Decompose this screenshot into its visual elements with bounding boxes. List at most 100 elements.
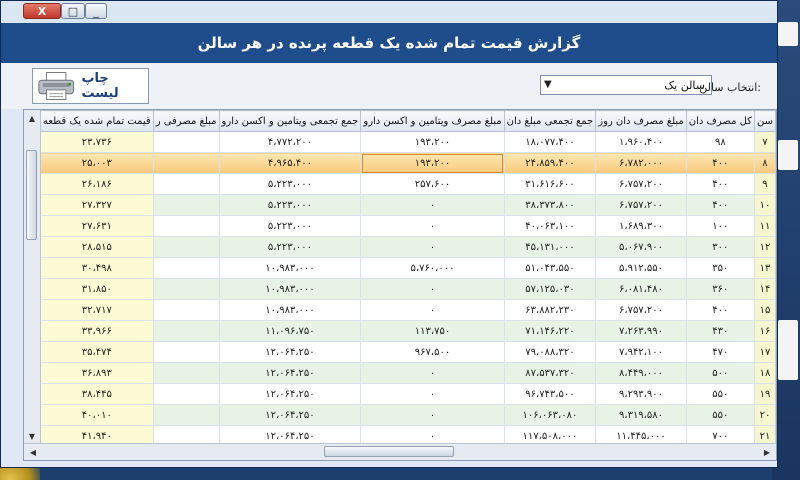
vertical-scrollbar[interactable]: ▲ ▼ <box>24 110 41 444</box>
row-indicator[interactable] <box>774 257 776 279</box>
column-header[interactable]: سن <box>753 110 776 132</box>
cell-vit[interactable]: ۰ <box>360 362 505 384</box>
cell-vit-cum[interactable]: ۱۲،۰۶۴،۲۵۰ <box>218 404 362 426</box>
scroll-down-icon[interactable]: ▼ <box>25 429 39 443</box>
cell-feed-cum[interactable]: ۵۱،۰۴۳،۵۵۰ <box>503 257 597 279</box>
cell-price[interactable]: ۴۰،۰۱۰ <box>40 404 154 426</box>
cell-feed-cost[interactable]: ۶،۷۵۷،۲۰۰ <box>595 194 687 216</box>
cell-age[interactable]: ۱۱ <box>753 215 776 237</box>
print-list-button[interactable]: چاپ لیست <box>32 68 149 104</box>
row-indicator[interactable] <box>774 194 776 216</box>
cell-price[interactable]: ۳۵،۴۷۴ <box>40 341 154 363</box>
cell-vit[interactable]: ۹۶۷،۵۰۰ <box>360 341 505 363</box>
row-indicator[interactable] <box>774 173 776 195</box>
cell-age[interactable]: ۲۰ <box>753 404 776 426</box>
row-indicator[interactable] <box>774 236 776 258</box>
cell-price[interactable]: ۲۶،۱۸۶ <box>40 173 154 195</box>
row-indicator[interactable]: ▸ <box>774 152 776 174</box>
cell-feed-cum[interactable]: ۷۹،۰۸۸،۳۲۰ <box>503 341 597 363</box>
cell-other[interactable] <box>152 341 220 363</box>
cell-price[interactable]: ۳۶،۸۹۳ <box>40 362 154 384</box>
cell-vit[interactable]: ۰ <box>360 194 505 216</box>
table-row[interactable]: ۷ ۹۸ ۱،۹۶۰،۴۰۰ ۱۸،۰۷۷،۴۰۰ ۱۹۳،۲۰۰ ۴،۷۷۲،۲۰۰ ۲۳… <box>40 131 776 153</box>
cell-feed[interactable]: ۳۶۰ <box>685 278 755 300</box>
cell-feed-cost[interactable]: ۵،۹۱۲،۵۵۰ <box>595 257 687 279</box>
column-header[interactable]: مبلغ مصرف دان روز <box>595 110 687 132</box>
cell-feed[interactable]: ۴۳۰ <box>685 320 755 342</box>
cell-price[interactable]: ۲۷،۳۲۷ <box>40 194 154 216</box>
cell-other[interactable] <box>152 320 220 342</box>
cell-vit-cum[interactable]: ۱۲،۰۶۴،۲۵۰ <box>218 383 362 405</box>
horizontal-scrollbar[interactable]: ◀ ▶ <box>24 443 776 460</box>
cell-age[interactable]: ۱۳ <box>753 257 776 279</box>
scroll-left-icon[interactable]: ◀ <box>26 445 40 459</box>
cell-feed[interactable]: ۴۰۰ <box>685 152 755 174</box>
cell-vit[interactable]: ۵،۷۶۰،۰۰۰ <box>360 257 505 279</box>
cell-age[interactable]: ۷ <box>753 131 776 153</box>
cell-age[interactable]: ۱۹ <box>753 383 776 405</box>
cell-vit[interactable]: ۱۱۳،۷۵۰ <box>360 320 505 342</box>
cell-vit-cum[interactable]: ۱۰،۹۸۳،۰۰۰ <box>218 299 362 321</box>
column-header[interactable]: قیمت تمام شده یک قطعه <box>40 110 154 132</box>
cell-other[interactable] <box>152 299 220 321</box>
cell-price[interactable]: ۳۰،۴۹۸ <box>40 257 154 279</box>
row-indicator[interactable] <box>774 278 776 300</box>
cell-vit-cum[interactable]: ۱۰،۹۸۳،۰۰۰ <box>218 257 362 279</box>
cell-other[interactable] <box>152 404 220 426</box>
cell-feed-cum[interactable]: ۸۷،۵۳۷،۳۲۰ <box>503 362 597 384</box>
table-row[interactable]: ۱۷ ۴۷۰ ۷،۹۴۲،۱۰۰ ۷۹،۰۸۸،۳۲۰ ۹۶۷،۵۰۰ ۱۲،۰۶۴،۲۵… <box>40 341 776 363</box>
cell-age[interactable]: ۸ <box>753 152 776 174</box>
horizontal-scroll-thumb[interactable] <box>324 446 454 457</box>
scroll-right-icon[interactable]: ▶ <box>760 445 774 459</box>
cell-feed-cum[interactable]: ۹۶،۷۴۳،۵۰۰ <box>503 383 597 405</box>
row-indicator[interactable] <box>774 320 776 342</box>
row-indicator[interactable] <box>774 215 776 237</box>
table-row[interactable]: ۹ ۴۰۰ ۶،۷۵۷،۲۰۰ ۳۱،۶۱۶،۶۰۰ ۲۵۷،۶۰۰ ۵،۲۲۳،۰۰۰ ۲… <box>40 173 776 195</box>
vertical-scroll-thumb[interactable] <box>26 150 37 240</box>
cell-feed-cost[interactable]: ۷،۲۶۳،۹۹۰ <box>595 320 687 342</box>
cell-age[interactable]: ۱۵ <box>753 299 776 321</box>
cell-other[interactable] <box>152 152 220 174</box>
table-row[interactable]: ۱۰ ۴۰۰ ۶،۷۵۷،۲۰۰ ۳۸،۳۷۳،۸۰۰ ۰ ۵،۲۲۳،۰۰۰ ۲۷،۳۲۷ <box>40 194 776 216</box>
cell-other[interactable] <box>152 278 220 300</box>
cell-feed-cum[interactable]: ۱۰۶،۰۶۳،۰۸۰ <box>503 404 597 426</box>
column-header[interactable]: مبلغ مصرفی ر <box>152 110 220 132</box>
table-row[interactable]: ۱۸ ۵۰۰ ۸،۴۴۹،۰۰۰ ۸۷،۵۳۷،۳۲۰ ۰ ۱۲،۰۶۴،۲۵۰ ۳۶،۸۹… <box>40 362 776 384</box>
cell-price[interactable]: ۳۳،۹۶۶ <box>40 320 154 342</box>
cell-other[interactable] <box>152 383 220 405</box>
cell-feed-cost[interactable]: ۵،۰۶۷،۹۰۰ <box>595 236 687 258</box>
cell-vit-cum[interactable]: ۵،۲۲۳،۰۰۰ <box>218 215 362 237</box>
table-row[interactable]: ۱۵ ۴۰۰ ۶،۷۵۷،۲۰۰ ۶۳،۸۸۲،۲۳۰ ۰ ۱۰،۹۸۳،۰۰۰ ۳۲،۷۱… <box>40 299 776 321</box>
table-row[interactable]: ۱۲ ۳۰۰ ۵،۰۶۷،۹۰۰ ۴۵،۱۳۱،۰۰۰ ۰ ۵،۲۲۳،۰۰۰ ۲۸،۵۱۵ <box>40 236 776 258</box>
cell-feed-cost[interactable]: ۸،۴۴۹،۰۰۰ <box>595 362 687 384</box>
cell-feed-cum[interactable]: ۶۳،۸۸۲،۲۳۰ <box>503 299 597 321</box>
cell-price[interactable]: ۳۱،۸۵۰ <box>40 278 154 300</box>
scroll-up-icon[interactable]: ▲ <box>25 111 39 125</box>
table-row[interactable]: ▸۸۴۰۰۶،۷۸۲،۰۰۰۲۴،۸۵۹،۴۰۰۱۹۳،۲۰۰۴،۹۶۵،۴۰۰… <box>40 152 776 174</box>
cell-vit-cum[interactable]: ۱۰،۹۸۳،۰۰۰ <box>218 278 362 300</box>
cell-vit-cum[interactable]: ۴،۹۶۵،۴۰۰ <box>218 152 362 174</box>
cell-feed[interactable]: ۴۰۰ <box>685 173 755 195</box>
cell-feed-cum[interactable]: ۴۰،۰۶۳،۱۰۰ <box>503 215 597 237</box>
cell-other[interactable] <box>152 131 220 153</box>
column-header[interactable]: کل مصرف دان <box>685 110 755 132</box>
cell-feed-cum[interactable]: ۳۱،۶۱۶،۶۰۰ <box>503 173 597 195</box>
cell-age[interactable]: ۱۶ <box>753 320 776 342</box>
cell-feed[interactable]: ۴۷۰ <box>685 341 755 363</box>
cell-vit-cum[interactable]: ۱۱،۰۹۶،۷۵۰ <box>218 320 362 342</box>
cell-vit[interactable]: ۰ <box>360 278 505 300</box>
cell-feed-cost[interactable]: ۱،۹۶۰،۴۰۰ <box>595 131 687 153</box>
cell-feed-cum[interactable]: ۷۱،۱۴۶،۲۲۰ <box>503 320 597 342</box>
table-row[interactable]: ۱۱ ۱۰۰ ۱،۶۸۹،۳۰۰ ۴۰،۰۶۳،۱۰۰ ۰ ۵،۲۲۳،۰۰۰ ۲۷،۶۳۱ <box>40 215 776 237</box>
cell-feed-cost[interactable]: ۹،۲۹۳،۹۰۰ <box>595 383 687 405</box>
row-indicator[interactable] <box>774 299 776 321</box>
cell-vit[interactable]: ۱۹۳،۲۰۰ <box>360 131 505 153</box>
cell-vit[interactable]: ۰ <box>360 383 505 405</box>
cell-feed[interactable]: ۳۰۰ <box>685 236 755 258</box>
row-indicator[interactable] <box>774 341 776 363</box>
cell-feed[interactable]: ۵۰۰ <box>685 362 755 384</box>
cell-feed-cost[interactable]: ۷،۹۴۲،۱۰۰ <box>595 341 687 363</box>
table-row[interactable]: ۱۳ ۳۵۰ ۵،۹۱۲،۵۵۰ ۵۱،۰۴۳،۵۵۰ ۵،۷۶۰،۰۰۰ ۱۰،۹۸۳،… <box>40 257 776 279</box>
cell-feed-cost[interactable]: ۹،۳۱۹،۵۸۰ <box>595 404 687 426</box>
table-row[interactable]: ۱۴ ۳۶۰ ۶،۰۸۱،۴۸۰ ۵۷،۱۲۵،۰۳۰ ۰ ۱۰،۹۸۳،۰۰۰ ۳۱،۸۵… <box>40 278 776 300</box>
